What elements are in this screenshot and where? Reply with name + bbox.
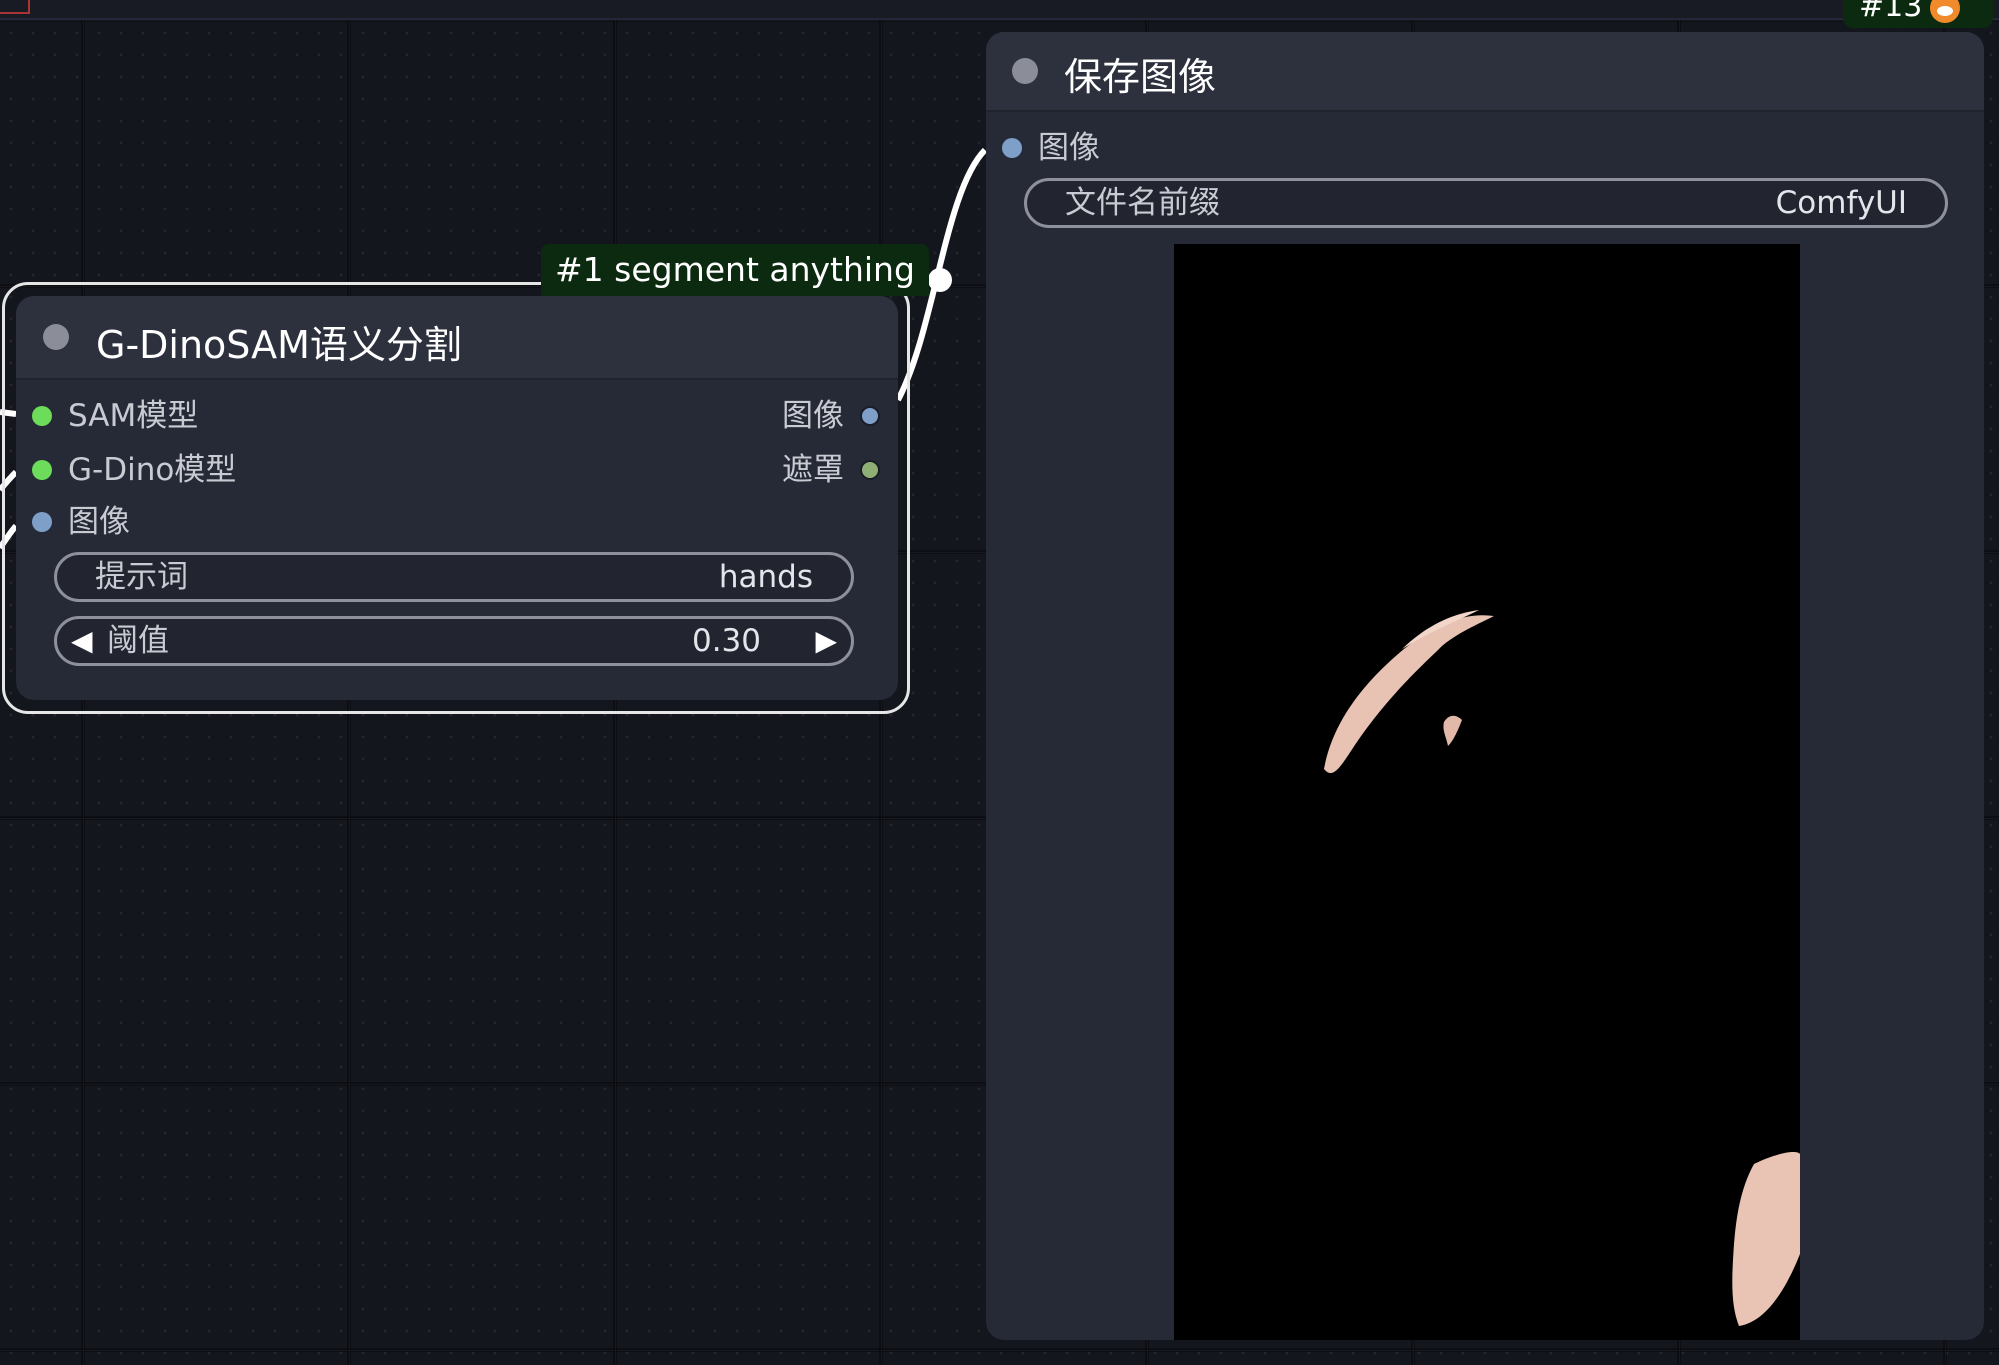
input-label-image: 图像 (68, 504, 130, 540)
prompt-text-widget[interactable]: 提示词 hands (54, 552, 854, 602)
threshold-number-widget[interactable]: ◀ 阈值 0.30 ▶ (54, 616, 854, 666)
input-dot-icon[interactable] (32, 406, 52, 426)
image-preview[interactable] (1174, 244, 1800, 1340)
increment-arrow-icon[interactable]: ▶ (815, 619, 837, 663)
node-segment-anything[interactable]: G-DinoSAM语义分割 SAM模型 G-Dino模型 图像 图像 遮罩 提示… (16, 296, 898, 700)
filename-prefix-widget[interactable]: 文件名前缀 ComfyUI (1024, 178, 1948, 228)
input-label-image: 图像 (1038, 130, 1100, 166)
output-dot-icon[interactable] (860, 406, 880, 426)
input-label-sam-model: SAM模型 (68, 398, 199, 434)
threshold-widget-value: 0.30 (691, 623, 761, 659)
output-slot-mask[interactable]: 遮罩 (676, 450, 888, 490)
output-slot-image[interactable]: 图像 (676, 396, 888, 436)
node-save-badge: #13 (1843, 0, 1993, 28)
input-slot-image[interactable]: 图像 (32, 502, 352, 542)
corner-marker (0, 0, 30, 14)
wire-midpoint-handle (928, 268, 952, 292)
input-dot-icon[interactable] (32, 460, 52, 480)
node-segment-badge: #1 segment anything (541, 244, 929, 296)
input-slot-gdino-model[interactable]: G-Dino模型 (32, 450, 352, 490)
node-save-title: 保存图像 (1064, 55, 1217, 99)
collapse-dot-icon[interactable] (43, 324, 69, 350)
output-label-mask: 遮罩 (782, 452, 844, 488)
node-segment-header[interactable]: G-DinoSAM语义分割 (16, 296, 898, 380)
output-label-image: 图像 (782, 398, 844, 434)
node-segment-title: G-DinoSAM语义分割 (96, 323, 462, 367)
hand-segment-lower (1732, 1152, 1800, 1326)
segmented-hands-image (1324, 610, 1800, 1326)
prompt-widget-label: 提示词 (95, 559, 188, 595)
filename-widget-value: ComfyUI (1775, 185, 1907, 221)
input-dot-icon[interactable] (32, 512, 52, 532)
node-save-header[interactable]: 保存图像 (986, 32, 1984, 112)
top-menu-bar (0, 0, 1999, 20)
graph-canvas[interactable]: #1 segment anything G-DinoSAM语义分割 SAM模型 … (0, 0, 1999, 1365)
input-label-gdino-model: G-Dino模型 (68, 452, 237, 488)
node-save-image[interactable]: 保存图像 图像 文件名前缀 ComfyUI (986, 32, 1984, 1340)
collapse-dot-icon[interactable] (1012, 58, 1038, 84)
hand-fragment (1443, 715, 1462, 746)
input-dot-icon[interactable] (1002, 138, 1022, 158)
input-slot-sam-model[interactable]: SAM模型 (32, 396, 352, 436)
output-dot-icon[interactable] (860, 460, 880, 480)
node-save-badge-text: #13 (1859, 0, 1923, 24)
input-slot-image[interactable]: 图像 (1002, 128, 1302, 168)
decrement-arrow-icon[interactable]: ◀ (71, 619, 93, 663)
filename-widget-label: 文件名前缀 (1065, 185, 1220, 221)
hand-segment-upper (1324, 615, 1494, 774)
threshold-widget-label: 阈值 (107, 623, 169, 659)
prompt-widget-value: hands (718, 559, 813, 595)
fox-icon (1930, 0, 1961, 23)
